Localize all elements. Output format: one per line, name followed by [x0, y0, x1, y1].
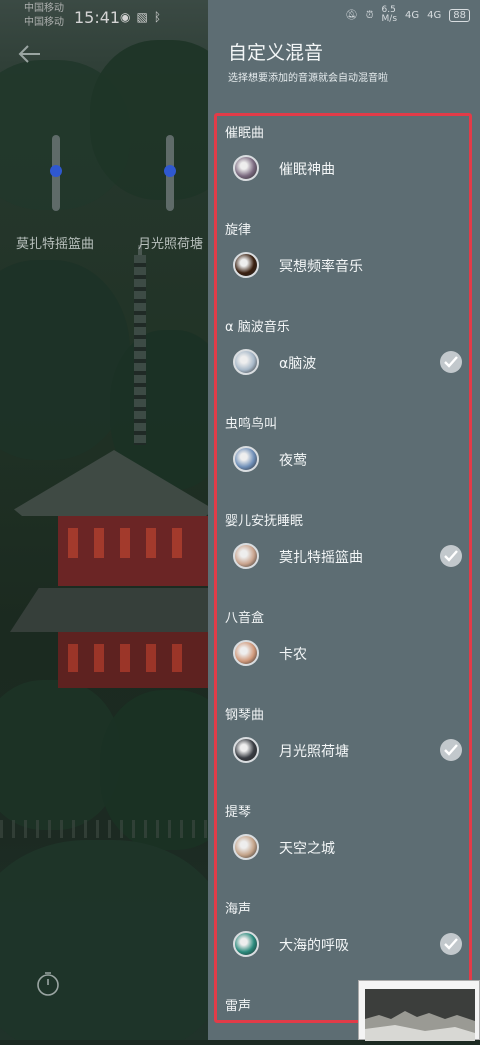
- wave-disc-icon: [233, 349, 259, 375]
- carrier-info: 中国移动 中国移动: [24, 4, 64, 28]
- sound-source-list: 催眠曲催眠神曲旋律冥想频率音乐 α 脑波音乐 α脑波虫鸣鸟叫夜莺婴儿安抚睡眠莫扎特摇…: [214, 113, 472, 1023]
- battery-indicator: 88: [449, 8, 470, 22]
- sea-disc-icon: [233, 931, 259, 957]
- category-label: 婴儿安抚睡眠: [225, 514, 304, 529]
- status-icons-right: 🔕︎ ⏰︎ 6.5 M/s 4G 4G 88: [345, 6, 470, 24]
- nfc-icon: ▧: [136, 10, 154, 24]
- sound-item-name: 天空之城: [279, 841, 335, 857]
- category-label: 提琴: [225, 805, 252, 820]
- mountain-silhouette-icon: [365, 1011, 475, 1041]
- network-speed: 6.5 M/s: [382, 6, 398, 24]
- floating-preview-thumbnail[interactable]: [358, 980, 480, 1041]
- sound-item-name: 月光照荷塘: [279, 744, 349, 760]
- slider-knob[interactable]: [164, 165, 176, 177]
- sound-item-name: α脑波: [279, 356, 317, 372]
- slider-label: 莫扎特摇篮曲: [16, 237, 95, 252]
- musicbox-disc-icon: [233, 640, 259, 666]
- category-label: 雷声: [225, 999, 252, 1014]
- sound-item[interactable]: 月光照荷塘: [233, 732, 469, 768]
- checkmark-icon[interactable]: [440, 739, 462, 761]
- fence: [0, 820, 208, 838]
- pagoda-roof-lower: [10, 588, 208, 632]
- speed-unit: M/s: [381, 14, 398, 24]
- signal-4g-1: 4G: [405, 9, 420, 21]
- piano-disc-icon: [233, 737, 259, 763]
- sound-item[interactable]: 天空之城: [233, 829, 469, 865]
- pagoda-floor-lower: [58, 632, 208, 688]
- sound-item-name: 莫扎特摇篮曲: [279, 550, 363, 566]
- volume-slider-moonlight[interactable]: [164, 135, 176, 211]
- sound-item-name: 催眠神曲: [279, 162, 335, 178]
- background-scene: [0, 0, 208, 1040]
- checkmark-icon[interactable]: [440, 545, 462, 567]
- sound-item[interactable]: 催眠神曲: [233, 150, 469, 186]
- pagoda-floor-upper: [58, 516, 208, 586]
- checkmark-icon[interactable]: [440, 933, 462, 955]
- back-arrow-icon[interactable]: [16, 40, 44, 68]
- sound-item-name: 冥想频率音乐: [279, 259, 363, 275]
- carrier-label: 中国移动: [24, 17, 64, 28]
- signal-4g-2: 4G: [427, 9, 442, 21]
- preview-image: [365, 989, 475, 1041]
- alarm-icon: ⏰︎: [365, 9, 374, 21]
- status-icons: ◉▧ᛒ: [120, 10, 167, 24]
- volume-slider-mozart[interactable]: [50, 135, 62, 211]
- sound-item[interactable]: 卡农: [233, 635, 469, 671]
- mute-icon: 🔕︎: [345, 9, 358, 21]
- category-label: 催眠曲: [225, 126, 265, 141]
- category-label: 钢琴曲: [225, 708, 265, 723]
- sound-item[interactable]: 大海的呼吸: [233, 926, 469, 962]
- sound-item[interactable]: α脑波: [233, 344, 469, 380]
- bird-disc-icon: [233, 446, 259, 472]
- tree-foliage: [90, 40, 208, 200]
- tree-foliage: [0, 840, 208, 1040]
- baby-disc-icon: [233, 543, 259, 569]
- timer-icon[interactable]: [35, 970, 61, 996]
- category-label: α 脑波音乐: [225, 320, 290, 335]
- sound-item-name: 大海的呼吸: [279, 938, 349, 954]
- category-label: 虫鸣鸟叫: [225, 417, 278, 432]
- moon-disc-icon: [233, 155, 259, 181]
- sound-item-name: 卡农: [279, 647, 307, 663]
- checkmark-icon[interactable]: [440, 351, 462, 373]
- custom-mix-panel: 🔕︎ ⏰︎ 6.5 M/s 4G 4G 88 自定义混音 选择想要添加的音源就会…: [208, 0, 480, 1040]
- eye-icon: ◉: [120, 10, 137, 24]
- carrier-label: 中国移动: [24, 3, 64, 14]
- category-label: 旋律: [225, 223, 252, 238]
- page-title: 自定义混音: [228, 42, 324, 64]
- sound-item-name: 夜莺: [279, 453, 307, 469]
- status-time: 15:41: [74, 8, 121, 27]
- sound-item[interactable]: 冥想频率音乐: [233, 247, 469, 283]
- pagoda-spire: [134, 255, 146, 445]
- slider-knob[interactable]: [50, 165, 62, 177]
- sound-item[interactable]: 莫扎特摇篮曲: [233, 538, 469, 574]
- page-subtitle: 选择想要添加的音源就会自动混音啦: [228, 73, 388, 84]
- category-label: 海声: [225, 902, 252, 917]
- sound-item[interactable]: 夜莺: [233, 441, 469, 477]
- orb-disc-icon: [233, 252, 259, 278]
- category-label: 八音盒: [225, 611, 265, 626]
- violin-disc-icon: [233, 834, 259, 860]
- slider-label: 月光照荷塘: [138, 237, 204, 252]
- bluetooth-icon: ᛒ: [153, 10, 168, 24]
